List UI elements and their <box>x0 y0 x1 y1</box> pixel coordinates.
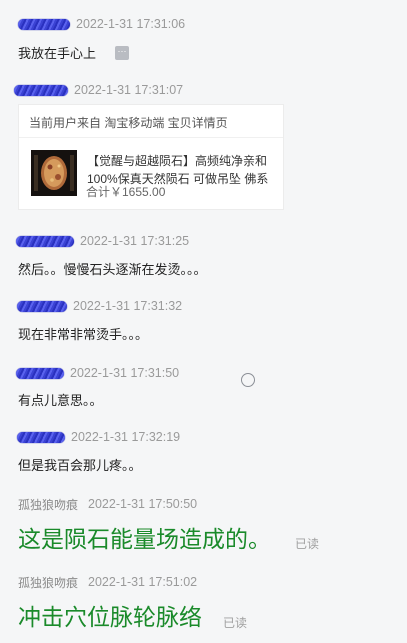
message-meta: 2022-1-31 17:31:32 <box>17 298 182 314</box>
message-text: 这是陨石能量场造成的。 <box>18 526 271 552</box>
redacted-username <box>17 431 65 443</box>
redacted-username <box>14 84 68 96</box>
read-status: 已读 <box>295 537 320 551</box>
message-time: 2022-1-31 17:50:50 <box>88 497 198 511</box>
redacted-username <box>17 300 67 312</box>
message-text: 然后。。慢慢石头逐渐在发烫。。。 <box>18 262 207 277</box>
message-text: 现在非常非常烫手。。。 <box>18 327 149 342</box>
message-time: 2022-1-31 17:31:07 <box>74 83 184 97</box>
message-meta: 孤独狼吻痕 2022-1-31 17:51:02 <box>18 574 197 590</box>
product-source: 当前用户来自 淘宝移动端 宝贝详情页 <box>29 116 228 130</box>
message-meta: 2022-1-31 17:32:19 <box>17 429 180 445</box>
message-text: 冲击穴位脉轮脉络 <box>18 604 202 630</box>
message-time: 2022-1-31 17:31:06 <box>76 17 186 31</box>
redacted-username <box>16 367 64 379</box>
message-time: 2022-1-31 17:31:50 <box>70 366 180 380</box>
message-meta: 孤独狼吻痕 2022-1-31 17:50:50 <box>18 496 197 512</box>
message-text: 但是我百会那儿疼。。 <box>18 458 142 473</box>
product-total: 合计￥1655.00 <box>86 185 166 199</box>
read-status: 已读 <box>223 616 248 630</box>
message-time: 2022-1-31 17:32:19 <box>71 430 181 444</box>
message-meta: 2022-1-31 17:31:25 <box>16 233 189 249</box>
sender-name: 孤独狼吻痕 <box>18 497 79 512</box>
product-title-line1: 【觉醒与超越陨石】高频纯净亲和 <box>87 154 268 168</box>
message-meta: 2022-1-31 17:31:50 <box>16 365 179 381</box>
sender-name: 孤独狼吻痕 <box>18 575 79 590</box>
product-thumbnail[interactable] <box>31 150 77 196</box>
message-meta: 2022-1-31 17:31:06 <box>18 16 185 32</box>
redacted-username <box>16 235 74 247</box>
message-time: 2022-1-31 17:31:25 <box>80 234 190 248</box>
product-card[interactable]: 当前用户来自 淘宝移动端 宝贝详情页 【觉醒与超越陨石】高频纯净亲和 100%保… <box>18 104 284 210</box>
message-time: 2022-1-31 17:51:02 <box>88 575 198 589</box>
message-text: 我放在手心上 <box>18 46 97 61</box>
message-time: 2022-1-31 17:31:32 <box>73 299 183 313</box>
circle-icon[interactable] <box>241 373 255 387</box>
ellipsis-icon[interactable]: ··· <box>115 46 129 60</box>
message-text: 有点儿意思。。 <box>18 393 103 408</box>
message-meta: 2022-1-31 17:31:07 <box>14 82 183 98</box>
redacted-username <box>18 18 70 30</box>
divider <box>19 137 283 138</box>
